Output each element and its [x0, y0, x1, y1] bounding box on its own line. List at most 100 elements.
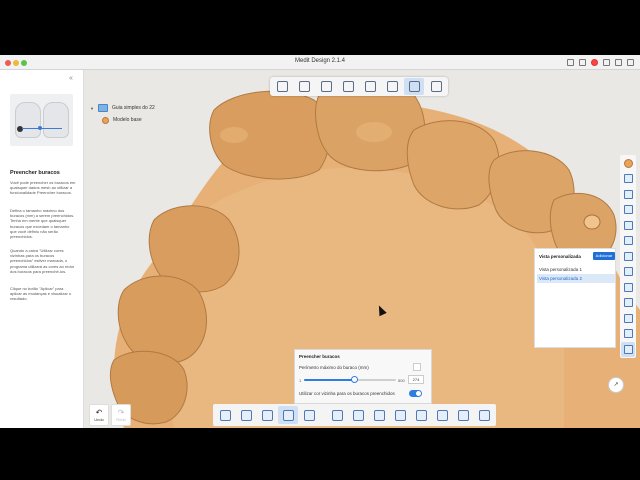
checklist-icon: [430, 81, 442, 92]
arrow-dot: [38, 126, 42, 130]
title-bar: Medit Design 2.1.4: [0, 55, 640, 70]
rotate-icon: [364, 81, 376, 92]
expand-arrow-icon[interactable]: ▼: [90, 106, 94, 111]
right-tool-bottom[interactable]: [621, 249, 635, 264]
slider-thumb[interactable]: [351, 376, 359, 383]
neighbor-color-label: Utilizar cor vizinha para os buracos pre…: [299, 391, 395, 396]
custom-view-item-selected[interactable]: Vista personalizada 2: [537, 274, 615, 283]
right-tool-split[interactable]: [621, 311, 635, 326]
view-iso-icon: [623, 267, 633, 277]
view-align-button[interactable]: [404, 78, 424, 95]
neighbor-color-toggle[interactable]: [409, 390, 422, 397]
undo-label: Undo: [94, 417, 104, 422]
custom-view-title: Vista personalizada: [539, 254, 581, 259]
undo-button[interactable]: ↶ Undo: [89, 404, 109, 426]
redo-button[interactable]: ↷ Redo: [111, 404, 131, 426]
toggle-knob: [416, 391, 421, 396]
tool-base[interactable]: [327, 406, 347, 424]
custom-view-item[interactable]: Vista personalizada 1: [537, 265, 615, 274]
toolbar-separator: [320, 406, 326, 424]
tree-model-label: Modelo base: [113, 117, 142, 123]
sidebar-paragraph: Clique no botão "Aplicar" para aplicar a…: [10, 286, 72, 302]
right-tool-reset[interactable]: [621, 296, 635, 311]
right-tool-back[interactable]: [621, 187, 635, 202]
slider-min-label: 1: [299, 378, 302, 383]
right-tool-grid[interactable]: [621, 327, 635, 342]
right-tool-custom-view[interactable]: [621, 342, 635, 357]
right-tool-right[interactable]: [621, 218, 635, 233]
window-title: Medit Design 2.1.4: [294, 58, 346, 64]
right-tool-iso[interactable]: [621, 265, 635, 280]
add-view-button[interactable]: Adicionar: [593, 252, 615, 260]
tooth-after-icon: [43, 102, 69, 138]
right-tool-model[interactable]: [621, 156, 635, 171]
reset-view-icon: [623, 298, 633, 308]
tool-trim[interactable]: [215, 406, 235, 424]
view-measure-button[interactable]: [382, 78, 402, 95]
undo-redo-group: ↶ Undo ↷ Redo: [89, 404, 131, 426]
shell-icon: [373, 409, 385, 421]
sidebar-paragraph: Defina o tamanho máximo dos buracos (mm)…: [10, 208, 75, 240]
tool-lasso[interactable]: [236, 406, 256, 424]
collapse-sidebar-icon[interactable]: «: [69, 75, 73, 82]
help-icon[interactable]: [615, 59, 622, 66]
model-color-icon: [102, 116, 109, 124]
tree-model-row[interactable]: Modelo base: [90, 114, 155, 126]
letterbox-bottom: [0, 428, 640, 480]
tool-box[interactable]: [348, 406, 368, 424]
perimeter-checkbox[interactable]: [413, 363, 421, 371]
custom-view-panel: Vista personalizada Adicionar Vista pers…: [534, 248, 616, 348]
redo-icon: ↷: [117, 408, 125, 417]
tool-cut[interactable]: [257, 406, 277, 424]
folder-icon: [97, 104, 108, 112]
view-rotate-button[interactable]: [360, 78, 380, 95]
right-tool-top[interactable]: [621, 234, 635, 249]
right-tool-front[interactable]: [621, 172, 635, 187]
top-toolbar: [270, 77, 448, 96]
object-tree: ▼ Guia simples do 22 Modelo base: [90, 102, 155, 126]
right-tool-left[interactable]: [621, 203, 635, 218]
tool-mesh[interactable]: [474, 406, 494, 424]
offset-icon: [394, 409, 406, 421]
tool-shell[interactable]: [369, 406, 389, 424]
measure-icon: [386, 81, 398, 92]
tree-group-row[interactable]: ▼ Guia simples do 22: [90, 102, 155, 114]
perimeter-slider[interactable]: [304, 376, 396, 383]
tool-fill-holes[interactable]: [278, 406, 298, 424]
help-sidebar: « Preencher buracos Você pode preencher …: [0, 70, 84, 428]
record-icon[interactable]: [591, 59, 598, 66]
lasso-icon: [240, 409, 252, 421]
orbit-icon: [298, 81, 310, 92]
view-left-icon: [623, 205, 633, 215]
view-orbit-button[interactable]: [294, 78, 314, 95]
hole-icon: [17, 126, 23, 132]
view-check-button[interactable]: [426, 78, 446, 95]
orientation-compass-icon[interactable]: ↗: [608, 377, 624, 393]
right-toolbar: [620, 155, 636, 358]
custom-view-icon: [623, 344, 633, 354]
folder-icon[interactable]: [579, 59, 586, 66]
menu-icon[interactable]: [627, 59, 634, 66]
tool-smooth[interactable]: [299, 406, 319, 424]
right-tool-box[interactable]: [621, 280, 635, 295]
tool-boolean[interactable]: [453, 406, 473, 424]
tool-tooth[interactable]: [411, 406, 431, 424]
fill-holes-illustration: [10, 94, 73, 146]
screenshot-icon[interactable]: [567, 59, 574, 66]
view-color-button[interactable]: [316, 78, 336, 95]
grid-icon: [623, 329, 633, 339]
tool-offset[interactable]: [390, 406, 410, 424]
color-icon: [320, 81, 332, 92]
view-right-icon: [623, 220, 633, 230]
view-select-button[interactable]: [272, 78, 292, 95]
view-texture-button[interactable]: [338, 78, 358, 95]
view-front-icon: [623, 174, 633, 184]
trim-icon: [219, 409, 231, 421]
sidebar-heading: Preencher buracos: [10, 170, 60, 176]
select-icon: [276, 81, 288, 92]
settings-icon[interactable]: [603, 59, 610, 66]
smooth-icon: [303, 409, 315, 421]
tool-sphere[interactable]: [432, 406, 452, 424]
sphere-icon: [436, 409, 448, 421]
perimeter-value-field[interactable]: 274: [408, 375, 424, 384]
